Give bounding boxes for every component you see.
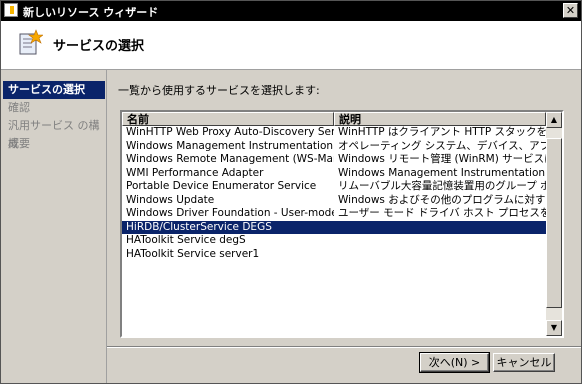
- service-description: [334, 221, 546, 235]
- list-item[interactable]: Portable Device Enumerator Service リムーバブル…: [122, 180, 546, 194]
- wizard-header: サービスの選択: [1, 21, 581, 70]
- list-item[interactable]: Windows Driver Foundation - User-mode Dr…: [122, 207, 546, 221]
- service-description: Windows およびその他のプログラムに対する更新...: [338, 193, 546, 206]
- list-item[interactable]: Windows Management Instrumentation オペレーティ…: [122, 140, 546, 154]
- next-button[interactable]: 次へ(N) >: [419, 352, 490, 373]
- service-name: WinHTTP Web Proxy Auto-Discovery Service: [126, 126, 334, 138]
- wizard-window: 新しいリソース ウィザード ✕ サービスの選択 サービスの選択 確認 汎用サービ…: [0, 0, 582, 384]
- service-description: オペレーティング システム、デバイス、アプリケーショ...: [338, 139, 546, 152]
- service-name: Portable Device Enumerator Service: [126, 180, 317, 192]
- close-icon[interactable]: ✕: [563, 3, 578, 18]
- wizard-document-icon: [19, 29, 43, 55]
- service-description: Windows Management Instrumentation (WMI)…: [338, 166, 546, 179]
- service-name: HiRDB/ClusterService DEGS: [126, 220, 272, 233]
- window-title: 新しいリソース ウィザード: [23, 6, 159, 19]
- list-item[interactable]: Windows Remote Management (WS-Managem...…: [122, 153, 546, 167]
- service-description: Windows リモート管理 (WinRM) サービスは、リモ...: [338, 153, 546, 165]
- list-header: 名前 説明: [122, 112, 546, 126]
- scroll-up-icon[interactable]: ▲: [546, 112, 562, 128]
- list-item[interactable]: Windows Update Windows およびその他のプログラムに対する更新…: [122, 194, 546, 208]
- list-rows: WinHTTP Web Proxy Auto-Discovery Service…: [122, 126, 546, 261]
- service-description: リムーバブル大容量記憶装置用のグループ ポリシ...: [338, 180, 546, 192]
- scroll-thumb[interactable]: [546, 138, 562, 308]
- list-item[interactable]: WMI Performance Adapter Windows Managemen…: [122, 167, 546, 181]
- step-select-service[interactable]: サービスの選択: [3, 81, 105, 99]
- service-name: Windows Update: [126, 193, 215, 206]
- service-description: ユーザー モード ドライバ ホスト プロセスを管理し...: [338, 207, 546, 219]
- step-summary[interactable]: 概要: [1, 135, 106, 153]
- service-name: Windows Driver Foundation - User-mode Dr…: [126, 207, 334, 219]
- service-description: WinHTTP はクライアント HTTP スタックを実装し、...: [338, 126, 546, 138]
- divider: [107, 346, 581, 348]
- column-header-name[interactable]: 名前: [122, 112, 334, 126]
- service-list[interactable]: 名前 説明 WinHTTP Web Proxy Auto-Discovery S…: [120, 110, 564, 338]
- main-panel: 一覧から使用するサービスを選択します: 名前 説明 WinHTTP Web Pr…: [107, 70, 581, 383]
- cancel-button[interactable]: キャンセル: [493, 353, 555, 372]
- column-header-description[interactable]: 説明: [334, 112, 546, 126]
- service-name: HAToolkit Service server1: [126, 247, 260, 260]
- step-confirm[interactable]: 確認: [1, 99, 106, 117]
- list-item[interactable]: HiRDB/ClusterService DEGS: [122, 220, 546, 235]
- instruction-text: 一覧から使用するサービスを選択します:: [118, 84, 320, 97]
- service-name: Windows Remote Management (WS-Managem...: [126, 153, 334, 165]
- service-name: HAToolkit Service degS: [126, 234, 246, 246]
- service-description: [334, 248, 546, 262]
- service-description: [334, 234, 546, 248]
- list-item[interactable]: HAToolkit Service server1: [122, 248, 546, 262]
- list-item[interactable]: WinHTTP Web Proxy Auto-Discovery Service…: [122, 126, 546, 140]
- wizard-app-icon: [4, 3, 18, 17]
- vertical-scrollbar[interactable]: ▲ ▼: [546, 112, 562, 336]
- service-name: Windows Management Instrumentation: [126, 139, 334, 152]
- step-configure-generic-service[interactable]: 汎用サービス の構成: [1, 117, 106, 150]
- page-title: サービスの選択: [53, 39, 145, 54]
- service-name: WMI Performance Adapter: [126, 166, 264, 179]
- title-bar: 新しいリソース ウィザード ✕: [1, 1, 581, 21]
- scroll-down-icon[interactable]: ▼: [546, 320, 562, 336]
- list-item[interactable]: HAToolkit Service degS: [122, 234, 546, 248]
- wizard-steps: サービスの選択 確認 汎用サービス の構成 概要: [1, 70, 107, 383]
